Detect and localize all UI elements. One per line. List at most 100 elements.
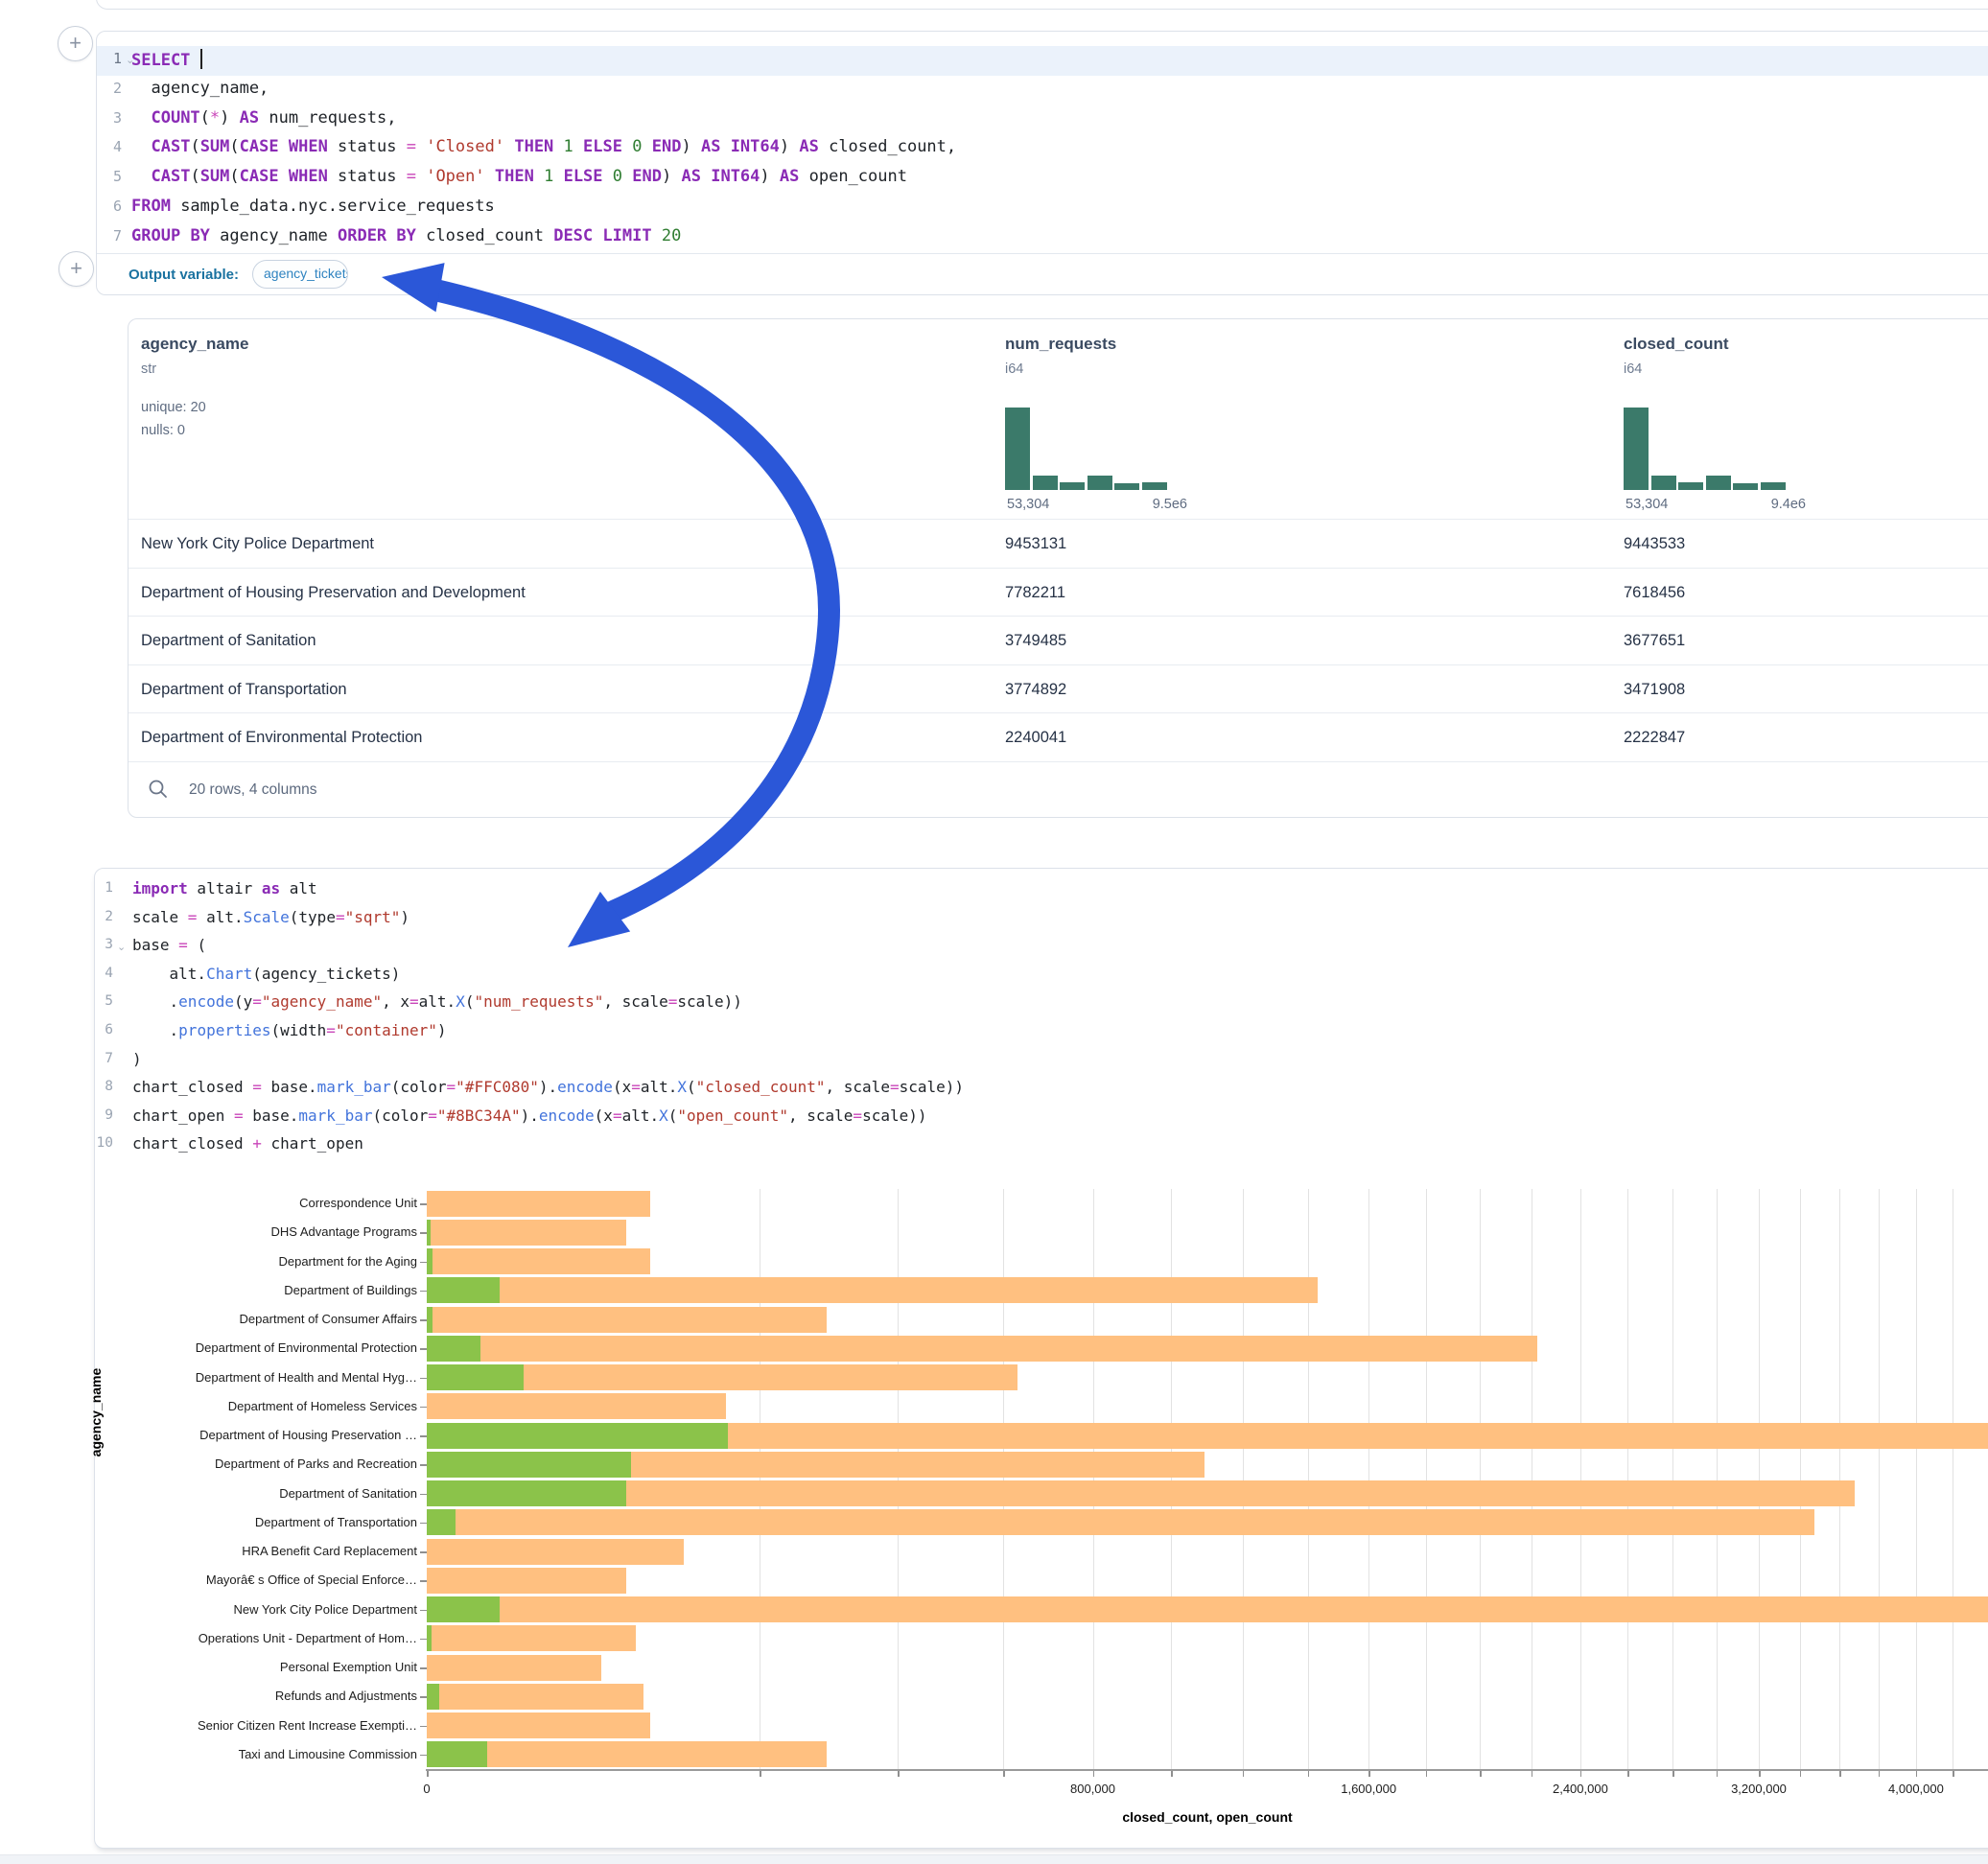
line-number: 10	[95, 1135, 113, 1151]
code-line-text: SELECT	[131, 49, 202, 70]
histogram-bar	[1088, 476, 1112, 490]
code-line-text: FROM sample_data.nyc.service_requests	[131, 197, 495, 216]
value-cell: 3677651	[1624, 617, 1685, 665]
sql-cell-card: 1⌄SELECT 2 agency_name,3 COUNT(*) AS num…	[96, 31, 1988, 295]
line-number: 1	[97, 50, 122, 67]
histogram-bar	[1624, 408, 1649, 490]
value-cell: 3774892	[1005, 665, 1066, 714]
column-type-label: i64	[1624, 361, 1642, 377]
column-histogram	[1624, 408, 1789, 490]
value-cell: 2240041	[1005, 713, 1066, 762]
code-line[interactable]: 8chart_closed = base.mark_bar(color="#FF…	[95, 1075, 1988, 1104]
histogram-bar	[1060, 482, 1085, 490]
code-line-text: CAST(SUM(CASE WHEN status = 'Open' THEN …	[131, 167, 907, 186]
line-number: 5	[97, 168, 122, 185]
code-line-text: .properties(width="container")	[132, 1021, 447, 1039]
table-row[interactable]: New York City Police Department945313194…	[129, 519, 1988, 568]
code-line[interactable]: 7 GROUP BY agency_name ORDER BY closed_co…	[97, 223, 1988, 253]
line-number: 7	[97, 227, 122, 245]
histogram-min-label: 53,304	[1007, 497, 1049, 512]
line-number: 9	[95, 1107, 113, 1123]
code-line-text: base = (	[132, 936, 206, 954]
previous-cell-edge	[96, 0, 1988, 10]
code-line-text: CAST(SUM(CASE WHEN status = 'Closed' THE…	[131, 137, 956, 156]
column-type-label: str	[141, 361, 156, 377]
code-line[interactable]: 3 ⌄ base = (	[95, 933, 1988, 962]
code-line-text: .encode(y="agency_name", x=alt.X("num_re…	[132, 992, 742, 1011]
add-cell-button-top[interactable]: +	[58, 26, 93, 61]
histogram-bar	[1142, 482, 1167, 490]
column-stat-label: nulls: 0	[141, 423, 185, 438]
agency-name-cell: Department of Transportation	[141, 665, 347, 714]
code-line[interactable]: 6 FROM sample_data.nyc.service_requests	[97, 194, 1988, 223]
code-line[interactable]: 7)	[95, 1047, 1988, 1076]
text-cursor	[200, 49, 202, 69]
code-line-text: agency_name,	[131, 79, 269, 98]
line-number: 6	[97, 198, 122, 215]
code-line[interactable]: 4 alt.Chart(agency_tickets)	[95, 962, 1988, 990]
table-row[interactable]: Department of Sanitation 3749485 3677651	[129, 616, 1988, 664]
line-number: 3	[95, 937, 113, 952]
table-row[interactable]: Department of Transportation 3774892 34719…	[129, 664, 1988, 713]
agency-name-cell: Department of Sanitation	[141, 617, 316, 665]
python-code-editor[interactable]: 1 import altair as alt 2scale = alt.Scale(…	[95, 876, 1988, 1164]
line-number: 4	[97, 138, 122, 155]
code-line-text: import altair as alt	[132, 879, 317, 897]
output-variable-label: Output variable:	[129, 267, 239, 283]
value-cell: 3471908	[1624, 665, 1685, 714]
column-stat-label: unique: 20	[141, 400, 206, 415]
code-line[interactable]: 5 .encode(y="agency_name", x=alt.X("num_…	[95, 990, 1988, 1018]
column-header-name[interactable]: agency_name	[141, 335, 248, 354]
histogram-bar	[1005, 408, 1030, 490]
histogram-max-label: 9.4e6	[1729, 497, 1806, 512]
histogram-bar	[1706, 476, 1731, 490]
code-line-text: GROUP BY agency_name ORDER BY closed_cou…	[131, 226, 681, 245]
python-cell-card: 1 import altair as alt 2scale = alt.Scale(…	[94, 868, 1988, 1849]
code-line[interactable]: 5 CAST(SUM(CASE WHEN status = 'Open' THE…	[97, 164, 1988, 194]
code-line-text: alt.Chart(agency_tickets)	[132, 965, 400, 983]
code-line[interactable]: 3 COUNT(*) AS num_requests,	[97, 105, 1988, 135]
value-cell: 7618456	[1624, 569, 1685, 617]
table-footer-summary: 20 rows, 4 columns	[189, 781, 317, 799]
fold-caret-icon[interactable]: ⌄	[117, 941, 126, 953]
code-line-text: chart_closed = base.mark_bar(color="#FFC…	[132, 1078, 964, 1096]
line-number: 3	[97, 109, 122, 127]
search-icon[interactable]	[147, 778, 170, 801]
code-line-text: COUNT(*) AS num_requests,	[131, 108, 396, 128]
value-cell: 7782211	[1005, 569, 1065, 617]
histogram-bar	[1114, 483, 1139, 490]
output-variable-pill[interactable]: agency_tickets	[252, 260, 348, 289]
code-line[interactable]: 9chart_open = base.mark_bar(color="#8BC3…	[95, 1104, 1988, 1132]
line-number: 1	[95, 880, 113, 896]
line-number: 6	[95, 1022, 113, 1037]
histogram-bar	[1733, 483, 1758, 490]
code-line-text: )	[132, 1050, 142, 1068]
code-line[interactable]: 1⌄SELECT	[97, 46, 1988, 76]
code-line-text: scale = alt.Scale(type="sqrt")	[132, 908, 409, 926]
next-cell-gap	[0, 1854, 1988, 1864]
agency-name-cell: Department of Environmental Protection	[141, 713, 422, 762]
agency-name-cell: Department of Housing Preservation and D…	[141, 569, 526, 617]
code-line[interactable]: 6 .properties(width="container")	[95, 1018, 1988, 1047]
sql-code-editor[interactable]: 1⌄SELECT 2 agency_name,3 COUNT(*) AS num…	[97, 46, 1988, 253]
code-line-text: chart_closed + chart_open	[132, 1134, 363, 1153]
histogram-bar	[1033, 476, 1058, 490]
table-row[interactable]: Department of Housing Preservation and D…	[129, 568, 1988, 617]
agency-name-cell: New York City Police Department	[141, 520, 374, 569]
column-histogram	[1005, 408, 1170, 490]
histogram-min-label: 53,304	[1625, 497, 1668, 512]
code-line[interactable]: 1 import altair as alt	[95, 876, 1988, 905]
column-header-name[interactable]: closed_count	[1624, 335, 1729, 354]
line-number: 2	[97, 80, 122, 97]
add-cell-button-output[interactable]: +	[58, 251, 94, 287]
histogram-bar	[1761, 482, 1786, 490]
table-row[interactable]: Department of Environmental Protection 22…	[129, 712, 1988, 761]
value-cell: 3749485	[1005, 617, 1066, 665]
code-line[interactable]: 10 chart_closed + chart_open	[95, 1131, 1988, 1160]
column-header-name[interactable]: num_requests	[1005, 335, 1116, 354]
line-number: 5	[95, 993, 113, 1009]
code-line[interactable]: 2 agency_name,	[97, 76, 1988, 105]
code-line[interactable]: 4 CAST(SUM(CASE WHEN status = 'Closed' T…	[97, 134, 1988, 164]
line-number: 7	[95, 1051, 113, 1066]
code-line[interactable]: 2scale = alt.Scale(type="sqrt")	[95, 905, 1988, 934]
